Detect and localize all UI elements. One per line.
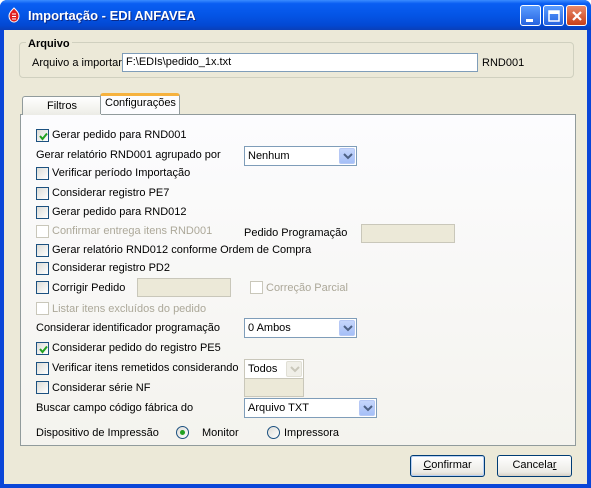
pedido-programacao-input[interactable] [361,224,455,243]
title-bar[interactable]: Importação - EDI ANFAVEA [0,0,591,30]
maximize-button[interactable] [543,5,564,26]
cancelar-label: Cancela [512,459,553,471]
gerar-pedido-rnd001-label: Gerar pedido para RND001 [52,129,187,141]
considerar-pe5-checkbox[interactable] [36,342,49,355]
confirmar-entrega-label: Confirmar entrega itens RND001 [52,225,213,237]
monitor-radio[interactable] [176,426,189,439]
considerar-pd2-checkbox[interactable] [36,262,49,275]
pedido-programacao-label: Pedido Programação [244,227,348,239]
corrigir-pedido-label: Corrigir Pedido [52,282,126,294]
arquivo-format-label: RND001 [482,57,525,69]
verificar-remetidos-value: Todos [248,363,278,375]
chevron-down-icon[interactable] [339,320,355,336]
chevron-down-icon[interactable] [286,361,302,377]
check-icon [39,132,48,141]
tab-configuracoes-label: Configurações [105,97,176,109]
minimize-button[interactable] [520,5,541,26]
corrigir-pedido-checkbox[interactable] [36,281,49,294]
cancelar-button[interactable]: Cancelar [497,455,572,477]
cancelar-accel: r [552,459,557,471]
verificar-remetidos-label: Verificar itens remetidos considerando [52,362,239,374]
gerar-pedido-rnd001-checkbox[interactable] [36,129,49,142]
correcao-parcial-checkbox[interactable] [250,281,263,294]
confirmar-label: onfirmar [431,459,472,471]
buscar-campo-value: Arquivo TXT [248,402,309,414]
arquivo-group-legend: Arquivo [26,38,72,50]
considerar-pe5-label: Considerar pedido do registro PE5 [52,342,221,354]
radio-selected-dot [180,430,185,435]
tab-filtros[interactable]: Filtros [22,96,102,115]
correcao-parcial-label: Correção Parcial [266,282,348,294]
buscar-campo-select[interactable]: Arquivo TXT [244,398,377,418]
maximize-icon [548,10,560,22]
verificar-periodo-label: Verificar período Importação [52,167,191,179]
serie-nf-input[interactable] [244,378,304,397]
arquivo-input[interactable]: F:\EDIs\pedido_1x.txt [122,53,478,72]
impressora-radio-label: Impressora [284,427,340,439]
considerar-pe7-label: Considerar registro PE7 [52,187,170,199]
identificador-programacao-label: Considerar identificador programação [36,322,221,334]
dispositivo-label: Dispositivo de Impressão [36,427,159,439]
tab-filtros-label: Filtros [47,100,77,112]
chevron-down-icon[interactable] [339,148,355,164]
gerar-relatorio-rnd012-checkbox[interactable] [36,244,49,257]
chevron-down-icon[interactable] [359,400,375,416]
considerar-serie-nf-checkbox[interactable] [36,381,49,394]
gerar-relatorio-rnd012-label: Gerar relatório RND012 conforme Ordem de… [52,244,312,256]
considerar-pd2-label: Considerar registro PD2 [52,262,170,274]
close-button[interactable] [566,5,587,26]
identificador-programacao-value: 0 Ambos [248,322,291,334]
corrigir-pedido-input[interactable] [137,278,231,297]
relatorio-agrupado-select[interactable]: Nenhum [244,146,357,166]
confirmar-entrega-checkbox[interactable] [36,225,49,238]
listar-excluidos-checkbox[interactable] [36,302,49,315]
considerar-serie-nf-label: Considerar série NF [52,382,151,394]
considerar-pe7-checkbox[interactable] [36,187,49,200]
dialog-client-area: Arquivo Arquivo a importar F:\EDIs\pedid… [4,30,587,484]
gerar-pedido-rnd012-label: Gerar pedido para RND012 [52,206,187,218]
check-icon [39,345,48,354]
tab-configuracoes[interactable]: Configurações [100,93,180,114]
close-icon [572,11,582,21]
verificar-remetidos-select[interactable]: Todos [244,359,304,379]
edi-app-icon [8,7,20,23]
identificador-programacao-select[interactable]: 0 Ambos [244,318,357,338]
window: Importação - EDI ANFAVEA Arquivo Arquivo… [0,0,591,488]
verificar-remetidos-checkbox[interactable] [36,362,49,375]
monitor-radio-label: Monitor [202,427,239,439]
verificar-periodo-checkbox[interactable] [36,167,49,180]
window-title: Importação - EDI ANFAVEA [28,8,196,23]
confirmar-button[interactable]: Confirmar [410,455,485,477]
arquivo-label: Arquivo a importar [32,57,122,69]
gerar-pedido-rnd012-checkbox[interactable] [36,206,49,219]
impressora-radio[interactable] [267,426,280,439]
buscar-campo-label: Buscar campo código fábrica do [36,402,194,414]
relatorio-agrupado-value: Nenhum [248,150,290,162]
listar-excluidos-label: Listar itens excluídos do pedido [52,303,207,315]
minimize-icon [526,19,533,22]
relatorio-agrupado-label: Gerar relatório RND001 agrupado por [36,149,221,161]
